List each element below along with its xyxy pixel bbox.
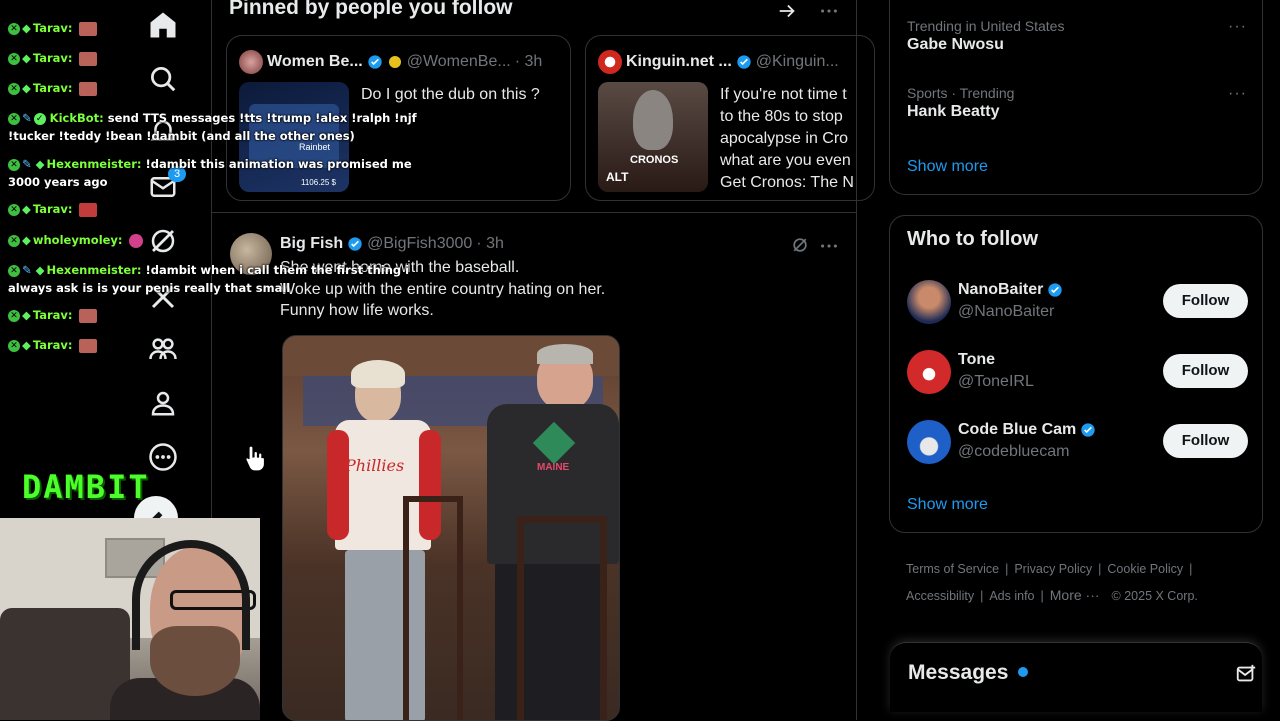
messages-drawer[interactable]: Messages — [890, 642, 1262, 712]
follow-suggestion[interactable]: NanoBaiter @NanoBaiter Follow — [890, 280, 1262, 350]
account-name: Tone — [958, 351, 996, 368]
more-options-icon[interactable] — [818, 235, 840, 257]
who-to-follow-title: Who to follow — [907, 228, 1039, 250]
cookie-link[interactable]: Cookie Policy — [1107, 562, 1183, 576]
avatar[interactable] — [907, 420, 951, 464]
card-header: Kinguin.net ... @Kinguin... — [598, 50, 839, 74]
trend-context: Sports · Trending — [907, 85, 1015, 101]
chat-message: ✕ ✎ ◆ Hexenmeister: !dambit this animation … — [8, 157, 412, 189]
account-handle: @NanoBaiter — [958, 303, 1055, 320]
pinned-post-card[interactable]: Kinguin.net ... @Kinguin... CRONOS ALT If… — [585, 35, 875, 201]
trends-panel: Trending in United States Gabe Nwosu ···… — [889, 0, 1263, 195]
chat-username: Tarav: — [32, 21, 73, 35]
channel-logo: DAMBIT — [22, 468, 150, 506]
avatar[interactable] — [598, 50, 622, 74]
chat-username: Hexenmeister: — [46, 157, 142, 171]
author-handle: @Kinguin... — [755, 53, 839, 70]
post-image[interactable]: Phillies MAINE — [282, 335, 620, 721]
chat-message: ✕ ◆ Tarav: — [8, 306, 440, 324]
chat-username: Tarav: — [32, 202, 73, 216]
trend-item[interactable]: Trending in United States Gabe Nwosu — [907, 18, 1064, 54]
chat-message: ✕ ✎ ✓ KickBot: send TTS messages !tts !tru… — [8, 111, 417, 143]
trend-more-icon[interactable]: ··· — [1228, 18, 1247, 36]
chat-message: ✕ ◆ Tarav: — [8, 336, 440, 354]
card-text: If you're not time t to the 80s to stop … — [720, 86, 854, 191]
follow-suggestion[interactable]: Code Blue Cam @codebluecam Follow — [890, 420, 1262, 490]
more-circle-icon[interactable] — [148, 442, 178, 472]
profile-person-icon[interactable] — [148, 388, 178, 418]
chat-username: Hexenmeister: — [46, 263, 142, 277]
author-name[interactable]: Kinguin.net ... — [626, 53, 732, 70]
chat-username: Tarav: — [32, 51, 73, 65]
new-message-icon[interactable] — [1235, 663, 1257, 685]
stream-chat-overlay: ✕ ◆ Tarav: ✕ ◆ Tarav: ✕ ◆ Tarav: ✕ ✎ ✓ KickBot: … — [0, 0, 440, 360]
account-name: Code Blue Cam — [958, 421, 1096, 439]
arrow-right-icon[interactable] — [776, 0, 798, 22]
more-link[interactable]: More ··· — [1050, 587, 1100, 603]
trend-title: Hank Beatty — [907, 103, 1000, 120]
verified-badge-icon — [1081, 423, 1095, 437]
avatar[interactable] — [907, 350, 951, 394]
headset-icon — [132, 540, 250, 650]
account-handle: @ToneIRL — [958, 373, 1034, 390]
shirt-text: MAINE — [537, 462, 570, 473]
trend-more-icon[interactable]: ··· — [1228, 85, 1247, 103]
verified-badge-icon — [737, 55, 751, 69]
chat-message: ✕ ◆ Tarav: — [8, 79, 440, 97]
account-handle: @codebluecam — [958, 443, 1070, 460]
thumb-title: CRONOS — [630, 154, 679, 166]
ads-info-link[interactable]: Ads info — [989, 589, 1034, 603]
chat-username: wholeymoley: — [32, 233, 123, 247]
trend-context: Trending in United States — [907, 18, 1065, 34]
more-options-icon[interactable] — [818, 0, 840, 22]
emote-icon — [128, 233, 143, 248]
trend-title: Gabe Nwosu — [907, 36, 1004, 53]
streamer-webcam — [0, 518, 260, 720]
chat-message: ✕ ✎ ◆ Hexenmeister: !dambit when i call the… — [8, 263, 410, 295]
account-name: NanoBaiter — [958, 281, 1063, 299]
card-thumbnail[interactable]: CRONOS ALT — [598, 82, 708, 192]
hand-cursor-icon — [244, 444, 266, 472]
emote-icon — [78, 202, 97, 217]
emote-icon — [78, 51, 97, 66]
chat-message: ✕ ◆ Tarav: — [8, 200, 440, 218]
messages-title: Messages — [908, 661, 1009, 684]
chat-username: KickBot: — [49, 111, 104, 125]
post-time: · 3h — [476, 235, 504, 252]
emote-icon — [78, 81, 97, 96]
copyright: © 2025 X Corp. — [1111, 589, 1198, 603]
privacy-link[interactable]: Privacy Policy — [1014, 562, 1092, 576]
avatar[interactable] — [907, 280, 951, 324]
emote-icon — [78, 21, 97, 36]
footer-links: Terms of Service | Privacy Policy | Cookie P… — [906, 562, 1198, 603]
follow-button[interactable]: Follow — [1163, 284, 1248, 318]
unread-dot — [1018, 667, 1028, 677]
chat-message: ✕ ◆ Tarav: — [8, 49, 440, 67]
emote-icon — [78, 308, 97, 323]
post-time: · 3h — [514, 53, 543, 70]
emote-icon — [78, 338, 97, 353]
chat-username: Tarav: — [32, 338, 73, 352]
verified-badge-icon — [1048, 283, 1063, 297]
chat-message: ✕ ◆ wholeymoley: — [8, 231, 440, 249]
follow-button[interactable]: Follow — [1163, 424, 1248, 458]
terms-link[interactable]: Terms of Service — [906, 562, 999, 576]
follow-button[interactable]: Follow — [1163, 354, 1248, 388]
chat-username: Tarav: — [32, 308, 73, 322]
trends-show-more-link[interactable]: Show more — [907, 158, 988, 176]
shirt-text: Phillies — [345, 456, 405, 475]
trend-item[interactable]: Sports · Trending Hank Beatty — [907, 85, 1014, 121]
alt-label[interactable]: ALT — [606, 170, 628, 184]
chat-username: Tarav: — [32, 81, 73, 95]
chat-message: ✕ ◆ Tarav: — [8, 19, 440, 37]
grok-explain-icon[interactable] — [790, 235, 812, 257]
accessibility-link[interactable]: Accessibility — [906, 589, 974, 603]
follow-show-more-link[interactable]: Show more — [907, 496, 988, 514]
follow-suggestion[interactable]: Tone @ToneIRL Follow — [890, 350, 1262, 420]
